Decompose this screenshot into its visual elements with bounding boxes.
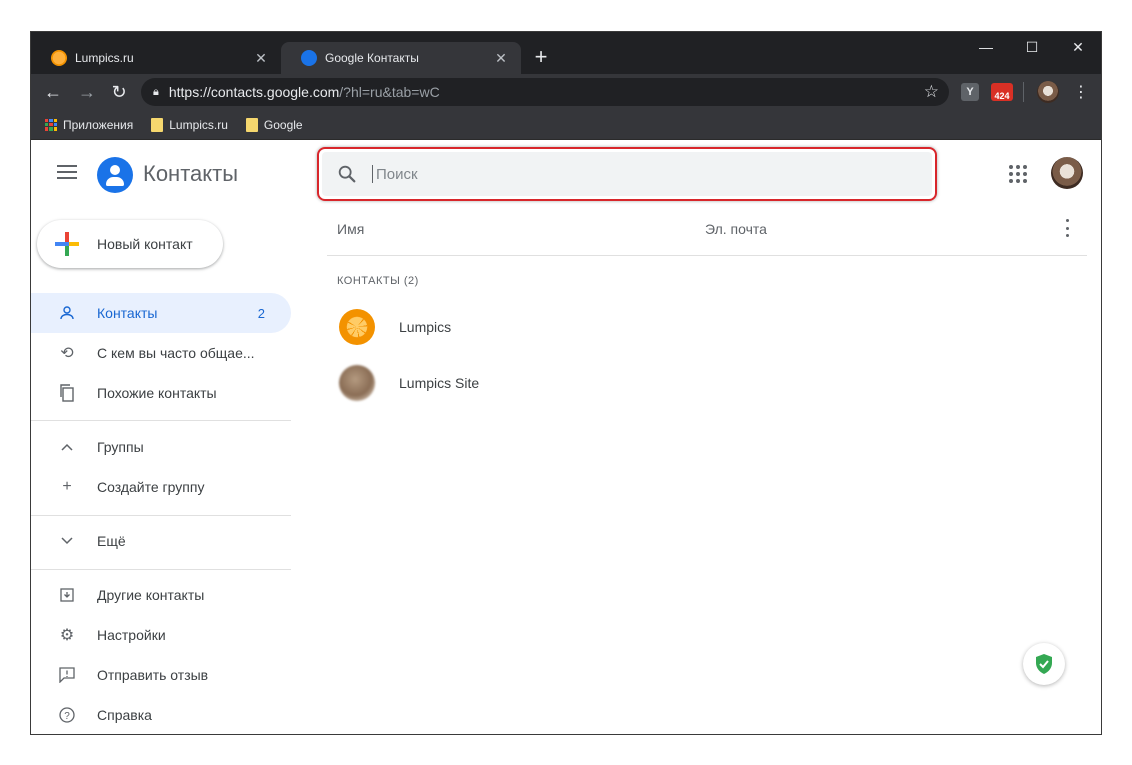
bookmark-label: Google xyxy=(263,117,303,132)
search-box-highlighted xyxy=(317,147,937,201)
list-divider xyxy=(327,255,1087,256)
sidebar-item-help[interactable]: ? Справка xyxy=(31,695,291,734)
lock-icon: 🔒︎ xyxy=(153,85,159,98)
copy-icon xyxy=(57,383,77,403)
search-bar[interactable] xyxy=(322,152,932,196)
maximize-button[interactable]: ☐ xyxy=(1009,32,1055,62)
sidebar-item-more[interactable]: Ещё xyxy=(31,521,291,561)
browser-toolbar: ← → ↻ 🔒︎ https://contacts.google.com/?hl… xyxy=(31,74,1101,110)
sidebar-item-frequent[interactable]: ⟲ С кем вы часто общае... xyxy=(31,333,291,373)
sidebar-item-contacts[interactable]: Контакты 2 xyxy=(31,293,291,333)
tab-strip: Lumpics.ru ✕ Google Контакты ✕ + — ☐ ✕ xyxy=(31,32,1101,74)
help-icon: ? xyxy=(57,705,77,725)
sidebar-item-label: Похожие контакты xyxy=(97,385,217,401)
sidebar-item-duplicates[interactable]: Похожие контакты xyxy=(31,373,291,413)
shield-icon[interactable] xyxy=(1023,643,1065,685)
extension-y-icon[interactable]: Y xyxy=(961,83,979,101)
colorful-plus-icon xyxy=(55,232,79,256)
toolbar-separator xyxy=(1023,82,1024,102)
sidebar-item-other-contacts[interactable]: Другие контакты xyxy=(31,575,291,615)
sidebar-divider xyxy=(31,569,291,570)
forward-arrow-icon[interactable]: → xyxy=(75,80,99,104)
contact-row[interactable]: Lumpics Site xyxy=(327,355,1087,411)
gear-icon: ⚙ xyxy=(59,627,75,644)
history-icon: ⟲ xyxy=(60,345,74,362)
sidebar-item-settings[interactable]: ⚙ Настройки xyxy=(31,615,291,655)
new-contact-label: Новый контакт xyxy=(97,236,193,252)
reload-icon[interactable]: ↻ xyxy=(107,80,131,104)
sidebar-item-label: Создайте группу xyxy=(97,479,205,495)
contacts-count: 2 xyxy=(257,305,265,321)
google-contacts-icon xyxy=(301,50,317,66)
tab-google-contacts[interactable]: Google Контакты ✕ xyxy=(281,42,521,74)
sidebar-item-label: Другие контакты xyxy=(97,587,205,603)
account-avatar[interactable] xyxy=(1051,157,1083,189)
person-icon xyxy=(57,303,77,323)
sidebar-divider xyxy=(31,515,291,516)
section-label: КОНТАКТЫ (2) xyxy=(337,275,419,287)
column-header-email[interactable]: Эл. почта xyxy=(705,221,767,237)
close-icon[interactable]: ✕ xyxy=(493,50,509,66)
tab-lumpics[interactable]: Lumpics.ru ✕ xyxy=(31,42,281,74)
archive-icon xyxy=(57,585,77,605)
bookmark-label: Lumpics.ru xyxy=(169,117,228,132)
close-icon[interactable]: ✕ xyxy=(253,50,269,66)
bookmark-label: Приложения xyxy=(63,117,134,132)
sidebar-item-label: Отправить отзыв xyxy=(97,667,209,683)
new-tab-button[interactable]: + xyxy=(529,46,553,70)
tab-title: Lumpics.ru xyxy=(75,51,134,65)
orange-avatar xyxy=(339,309,375,345)
back-arrow-icon[interactable]: ← xyxy=(41,80,65,104)
browser-window: Lumpics.ru ✕ Google Контакты ✕ + — ☐ ✕ ←… xyxy=(30,31,1102,735)
sidebar-item-create-group[interactable]: + Создайте группу xyxy=(31,467,291,507)
window-close-button[interactable]: ✕ xyxy=(1055,32,1101,62)
address-bar[interactable]: 🔒︎ https://contacts.google.com/?hl=ru&ta… xyxy=(141,78,949,106)
contacts-app: Контакты Новый контакт Контакты 2 xyxy=(31,141,1101,734)
sidebar-item-label: Настройки xyxy=(97,627,166,643)
google-apps-icon[interactable] xyxy=(1009,165,1027,183)
new-contact-button[interactable]: Новый контакт xyxy=(37,220,223,268)
lumpics-orange-icon xyxy=(51,50,67,66)
profile-avatar[interactable] xyxy=(1037,81,1059,103)
sidebar-item-label: Группы xyxy=(97,439,144,455)
search-input[interactable] xyxy=(372,165,932,183)
sidebar-item-groups[interactable]: Группы xyxy=(31,427,291,467)
search-icon[interactable] xyxy=(336,163,358,185)
feedback-icon xyxy=(57,665,77,685)
contact-name: Lumpics Site xyxy=(399,375,480,391)
more-options-icon[interactable] xyxy=(1061,219,1073,237)
mail-extension-icon[interactable]: 424 xyxy=(991,83,1013,101)
bookmark-star-icon[interactable]: ☆ xyxy=(924,82,939,102)
tab-title: Google Контакты xyxy=(325,51,419,65)
chevron-down-icon xyxy=(57,531,77,551)
mail-badge-count: 424 xyxy=(994,91,1010,101)
sidebar-item-label: С кем вы часто общае... xyxy=(97,345,255,361)
url-host: https://contacts.google.com xyxy=(168,84,340,100)
sidebar-item-label: Справка xyxy=(97,707,152,723)
url-path: /?hl=ru&tab=wC xyxy=(339,84,440,100)
sidebar-item-label: Контакты xyxy=(97,305,158,321)
column-header-name[interactable]: Имя xyxy=(337,221,364,237)
bookmark-google[interactable]: Google xyxy=(245,117,303,132)
folder-icon xyxy=(151,117,164,132)
app-title: Контакты xyxy=(143,161,239,186)
bookmark-lumpics[interactable]: Lumpics.ru xyxy=(151,117,228,132)
blurred-photo-avatar xyxy=(339,365,375,401)
sidebar-divider xyxy=(31,420,291,421)
contacts-logo-icon xyxy=(97,157,133,193)
main-menu-icon[interactable] xyxy=(57,165,77,179)
contact-row[interactable]: Lumpics xyxy=(327,299,1087,355)
contact-name: Lumpics xyxy=(399,319,452,335)
browser-menu-icon[interactable]: ⋮ xyxy=(1071,82,1091,102)
minimize-button[interactable]: — xyxy=(963,32,1009,62)
apps-grid-icon xyxy=(45,118,57,131)
folder-icon xyxy=(245,117,258,132)
sidebar-item-label: Ещё xyxy=(97,533,126,549)
plus-icon: + xyxy=(62,478,72,495)
bookmarks-bar: Приложения Lumpics.ru Google xyxy=(31,110,1101,140)
svg-text:?: ? xyxy=(64,711,70,722)
sidebar-item-feedback[interactable]: Отправить отзыв xyxy=(31,655,291,695)
bookmark-apps[interactable]: Приложения xyxy=(45,118,133,132)
chevron-up-icon xyxy=(57,437,77,457)
